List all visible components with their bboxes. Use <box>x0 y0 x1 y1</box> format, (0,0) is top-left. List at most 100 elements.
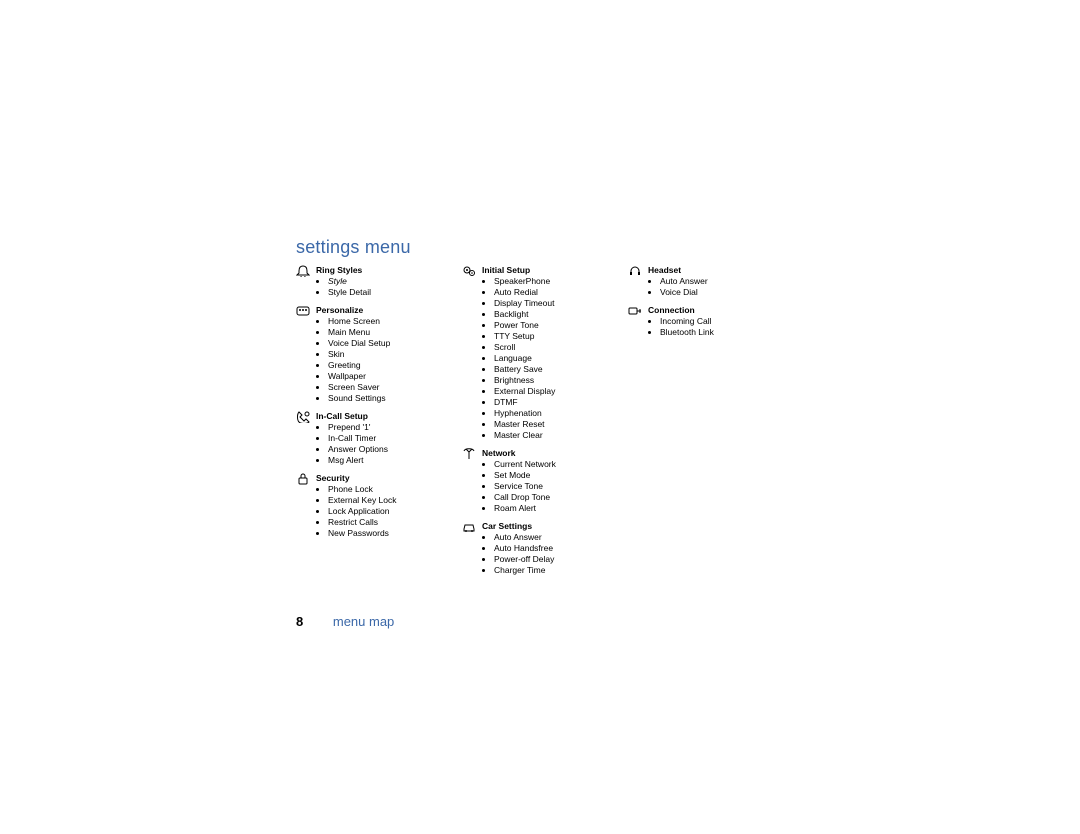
menu-item: External Display <box>494 386 622 397</box>
menu-item: Set Mode <box>494 470 622 481</box>
menu-item: Voice Dial <box>660 287 788 298</box>
menu-column: Ring StylesStyleStyle Detail PersonalizeH… <box>296 264 456 582</box>
menu-item: External Key Lock <box>328 495 456 506</box>
menu-item: Hyphenation <box>494 408 622 419</box>
section-items: Current NetworkSet ModeService ToneCall … <box>482 459 622 514</box>
menu-item: Roam Alert <box>494 503 622 514</box>
section-title: Initial Setup <box>482 264 622 276</box>
menu-item: Voice Dial Setup <box>328 338 456 349</box>
menu-item: SpeakerPhone <box>494 276 622 287</box>
section-items: Home ScreenMain MenuVoice Dial SetupSkin… <box>316 316 456 404</box>
menu-item: Auto Answer <box>494 532 622 543</box>
menu-section: SecurityPhone LockExternal Key LockLock … <box>296 472 456 539</box>
menu-item: Master Clear <box>494 430 622 441</box>
section-title: Personalize <box>316 304 456 316</box>
menu-section: ConnectionIncoming CallBluetooth Link <box>628 304 788 338</box>
section-items: Prepend '1'In-Call TimerAnswer OptionsMs… <box>316 422 456 466</box>
lock-icon <box>296 473 312 539</box>
menu-column: HeadsetAuto AnswerVoice Dial ConnectionIn… <box>628 264 788 582</box>
menu-section: Initial SetupSpeakerPhoneAuto RedialDisp… <box>462 264 622 441</box>
menu-item: Master Reset <box>494 419 622 430</box>
menu-item: Call Drop Tone <box>494 492 622 503</box>
section-title: Ring Styles <box>316 264 456 276</box>
menu-item: Charger Time <box>494 565 622 576</box>
menu-section: Ring StylesStyleStyle Detail <box>296 264 456 298</box>
section-items: StyleStyle Detail <box>316 276 456 298</box>
menu-item: Power Tone <box>494 320 622 331</box>
car-icon <box>462 521 478 576</box>
section-title: Headset <box>648 264 788 276</box>
footer: 8 menu map <box>296 614 394 629</box>
menu-item: Phone Lock <box>328 484 456 495</box>
section-body: Initial SetupSpeakerPhoneAuto RedialDisp… <box>482 264 622 441</box>
section-body: In-Call SetupPrepend '1'In-Call TimerAns… <box>316 410 456 466</box>
phone-clock-icon <box>296 411 312 466</box>
headset-icon <box>628 265 644 298</box>
menu-item: Restrict Calls <box>328 517 456 528</box>
section-body: HeadsetAuto AnswerVoice Dial <box>648 264 788 298</box>
menu-item: Prepend '1' <box>328 422 456 433</box>
menu-item: Home Screen <box>328 316 456 327</box>
menu-column: Initial SetupSpeakerPhoneAuto RedialDisp… <box>462 264 622 582</box>
section-title: Network <box>482 447 622 459</box>
menu-item: Style Detail <box>328 287 456 298</box>
menu-item: Sound Settings <box>328 393 456 404</box>
menu-section: HeadsetAuto AnswerVoice Dial <box>628 264 788 298</box>
menu-item: Msg Alert <box>328 455 456 466</box>
document-page: settings menu Ring StylesStyleStyle Deta… <box>0 0 1080 834</box>
section-title: Connection <box>648 304 788 316</box>
menu-item: Backlight <box>494 309 622 320</box>
section-body: NetworkCurrent NetworkSet ModeService To… <box>482 447 622 514</box>
menu-item: Answer Options <box>328 444 456 455</box>
menu-item: Main Menu <box>328 327 456 338</box>
menu-columns: Ring StylesStyleStyle DetailPersonalizeH… <box>296 264 788 582</box>
page-number: 8 <box>296 614 303 629</box>
section-title: Car Settings <box>482 520 622 532</box>
menu-item: Power-off Delay <box>494 554 622 565</box>
menu-item: New Passwords <box>328 528 456 539</box>
bell-icon <box>296 265 312 298</box>
section-body: PersonalizeHome ScreenMain MenuVoice Dia… <box>316 304 456 404</box>
menu-item: Brightness <box>494 375 622 386</box>
menu-section: Car SettingsAuto AnswerAuto HandsfreePow… <box>462 520 622 576</box>
menu-item: Incoming Call <box>660 316 788 327</box>
connection-icon <box>628 305 644 338</box>
gears-icon <box>462 265 478 441</box>
menu-item: Greeting <box>328 360 456 371</box>
menu-item: Battery Save <box>494 364 622 375</box>
menu-item: Auto Handsfree <box>494 543 622 554</box>
menu-item: Skin <box>328 349 456 360</box>
footer-label: menu map <box>333 614 394 629</box>
menu-section: In-Call SetupPrepend '1'In-Call TimerAns… <box>296 410 456 466</box>
section-body: SecurityPhone LockExternal Key LockLock … <box>316 472 456 539</box>
menu-item: Auto Redial <box>494 287 622 298</box>
menu-item: Language <box>494 353 622 364</box>
menu-item: Style <box>328 276 456 287</box>
menu-item: Wallpaper <box>328 371 456 382</box>
section-title: In-Call Setup <box>316 410 456 422</box>
section-body: ConnectionIncoming CallBluetooth Link <box>648 304 788 338</box>
menu-item: In-Call Timer <box>328 433 456 444</box>
menu-item: Service Tone <box>494 481 622 492</box>
menu-item: TTY Setup <box>494 331 622 342</box>
menu-item: Screen Saver <box>328 382 456 393</box>
section-items: Phone LockExternal Key LockLock Applicat… <box>316 484 456 539</box>
section-items: Incoming CallBluetooth Link <box>648 316 788 338</box>
section-title: Security <box>316 472 456 484</box>
section-body: Ring StylesStyleStyle Detail <box>316 264 456 298</box>
section-body: Car SettingsAuto AnswerAuto HandsfreePow… <box>482 520 622 576</box>
menu-section: NetworkCurrent NetworkSet ModeService To… <box>462 447 622 514</box>
menu-item: Display Timeout <box>494 298 622 309</box>
menu-item: Current Network <box>494 459 622 470</box>
menu-item: Scroll <box>494 342 622 353</box>
section-items: SpeakerPhoneAuto RedialDisplay TimeoutBa… <box>482 276 622 441</box>
menu-item: DTMF <box>494 397 622 408</box>
menu-item: Bluetooth Link <box>660 327 788 338</box>
palette-icon <box>296 305 312 404</box>
menu-item: Auto Answer <box>660 276 788 287</box>
section-items: Auto AnswerAuto HandsfreePower-off Delay… <box>482 532 622 576</box>
antenna-icon <box>462 448 478 514</box>
menu-section: PersonalizeHome ScreenMain MenuVoice Dia… <box>296 304 456 404</box>
page-title: settings menu <box>296 237 411 258</box>
section-items: Auto AnswerVoice Dial <box>648 276 788 298</box>
